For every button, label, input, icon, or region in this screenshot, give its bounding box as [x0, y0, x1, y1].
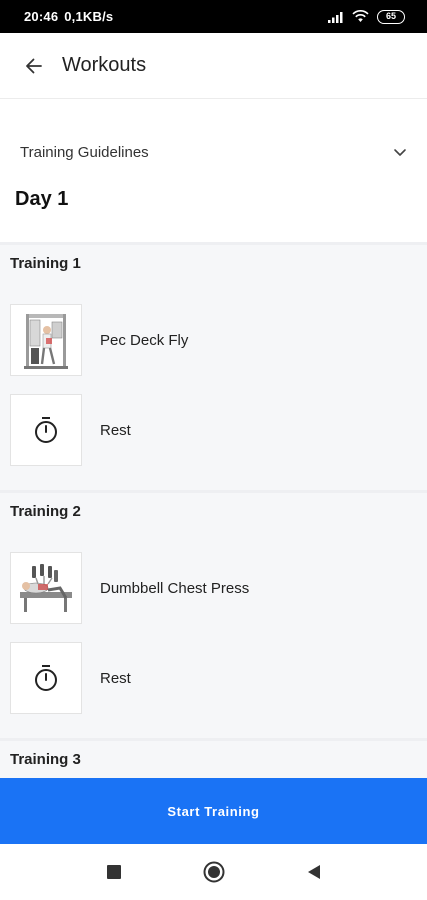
- training-section: Training 2 Dumbbell Chest Press Rest: [0, 490, 427, 740]
- exercise-item[interactable]: Pec Deck Fly: [10, 304, 417, 376]
- battery-level: 65: [385, 11, 396, 21]
- section-title: Training 3: [10, 751, 81, 768]
- section-title: Training 2: [10, 503, 81, 520]
- rest-item[interactable]: Rest: [10, 394, 417, 466]
- training-guidelines-toggle[interactable]: Training Guidelines: [0, 130, 427, 174]
- timer-icon: [10, 642, 82, 714]
- timer-icon: [10, 394, 82, 466]
- start-training-button[interactable]: Start Training: [0, 778, 427, 844]
- rest-label: Rest: [100, 421, 131, 439]
- square-icon: [106, 865, 121, 879]
- training-section: Training 1 Pec Deck Fly Rest: [0, 242, 427, 492]
- page-title: Workouts: [62, 54, 147, 76]
- status-bar: 20:46 0,1KB/s 65: [0, 0, 427, 33]
- exercise-label: Pec Deck Fly: [100, 331, 189, 349]
- dumbbell-press-image: [10, 552, 82, 624]
- status-time: 20:46: [24, 9, 59, 24]
- triangle-left-icon: [307, 865, 320, 879]
- app-bar: Workouts: [0, 33, 427, 99]
- home-button[interactable]: [198, 856, 230, 888]
- circle-icon: [203, 861, 224, 883]
- pec-deck-machine-image: [10, 304, 82, 376]
- status-icons: 65: [328, 9, 405, 24]
- status-network-speed: 0,1KB/s: [64, 9, 114, 24]
- rest-label: Rest: [100, 669, 131, 687]
- battery-icon: 65: [377, 9, 405, 24]
- signal-icon: [328, 11, 343, 23]
- exercise-item[interactable]: Dumbbell Chest Press: [10, 552, 417, 624]
- training-section: Training 3: [0, 738, 427, 778]
- rest-item[interactable]: Rest: [10, 642, 417, 714]
- back-button[interactable]: [14, 46, 54, 86]
- back-nav-button[interactable]: [298, 856, 330, 888]
- system-nav-bar: [0, 844, 427, 900]
- chevron-down-icon: [394, 149, 406, 156]
- day-title: Day 1: [15, 188, 69, 210]
- section-title: Training 1: [10, 255, 81, 272]
- status-left: 20:46 0,1KB/s: [24, 9, 113, 24]
- wifi-icon: [352, 10, 369, 22]
- training-guidelines-label: Training Guidelines: [20, 143, 149, 161]
- exercise-label: Dumbbell Chest Press: [100, 579, 250, 597]
- recents-button[interactable]: [98, 856, 130, 888]
- arrow-left-icon: [26, 58, 42, 73]
